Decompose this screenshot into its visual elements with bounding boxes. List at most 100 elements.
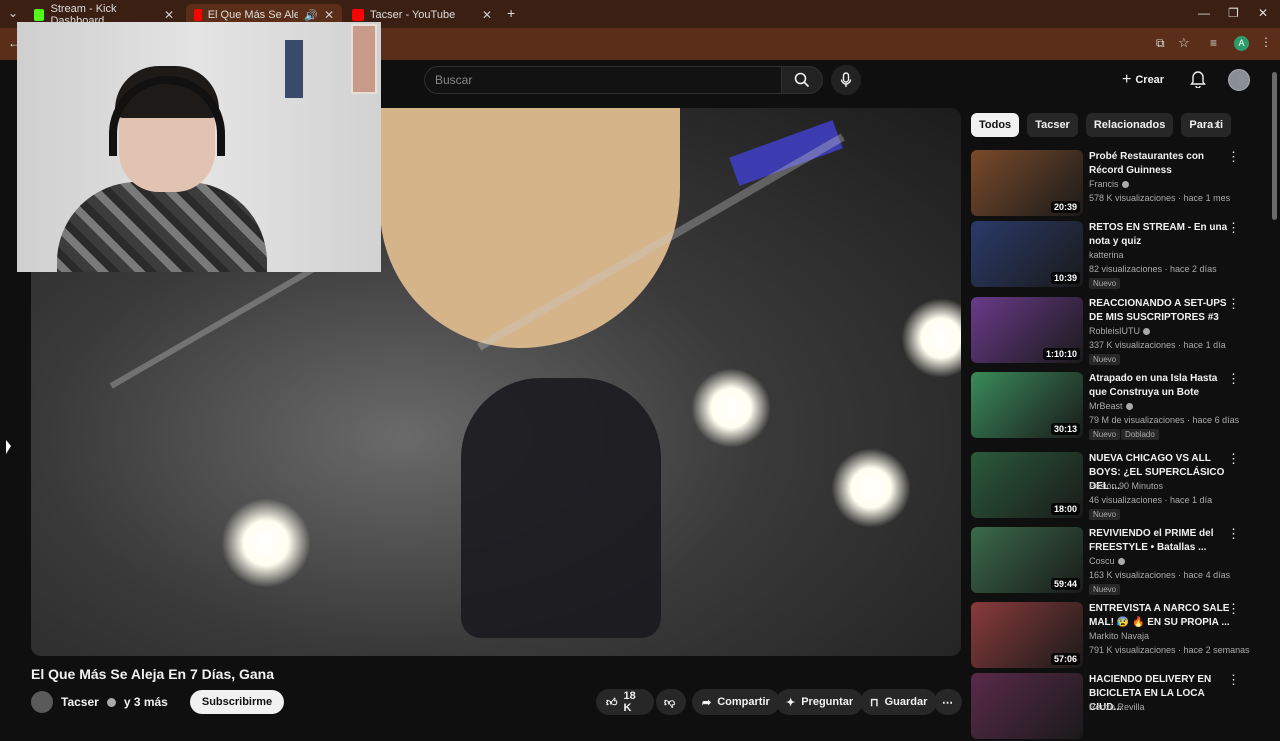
- more-vertical-icon[interactable]: ⋮: [1227, 452, 1240, 466]
- video-thumbnail[interactable]: 20:39: [971, 150, 1083, 216]
- chip-tacser[interactable]: Tacser: [1027, 113, 1078, 137]
- channel-name: Pasión 90 Minutos: [1089, 481, 1164, 491]
- recommendation-channel[interactable]: Renzo Revilla: [1089, 702, 1145, 712]
- more-vertical-icon[interactable]: ⋮: [1227, 221, 1240, 235]
- kick-icon: [34, 9, 45, 21]
- new-tab-button[interactable]: +: [507, 5, 515, 21]
- search-button[interactable]: [781, 66, 823, 94]
- verified-icon: [1143, 327, 1151, 335]
- subscribe-button[interactable]: Subscribirme: [189, 690, 285, 714]
- more-actions-button[interactable]: ⋯: [934, 689, 962, 715]
- video-thumbnail[interactable]: 10:39: [971, 221, 1083, 287]
- video-duration: 18:00: [1050, 503, 1080, 515]
- channel-name: MrBeast: [1089, 401, 1123, 411]
- video-thumbnail[interactable]: 1:10:10: [971, 297, 1083, 363]
- save-button[interactable]: ⊓ Guardar: [860, 689, 938, 715]
- speaker-icon[interactable]: 🔊: [304, 9, 318, 22]
- channel-name: Coscu: [1089, 556, 1115, 566]
- cast-icon[interactable]: ⧉: [1156, 36, 1165, 51]
- create-button[interactable]: + Crear: [1122, 68, 1164, 92]
- chip-relacionados[interactable]: Relacionados: [1085, 113, 1174, 137]
- recommendation-channel[interactable]: Markito Navaja: [1089, 631, 1149, 641]
- more-vertical-icon[interactable]: ⋮: [1227, 602, 1240, 616]
- close-icon[interactable]: ✕: [482, 8, 492, 22]
- channel-name: RobleisIUTU: [1089, 326, 1141, 336]
- recommendation-item[interactable]: 59:44 REVIVIENDO el PRIME del FREESTYLE •…: [971, 527, 1263, 595]
- channel-name: katterina: [1089, 250, 1124, 260]
- recommendation-title[interactable]: Probé Restaurantes con Récord Guinness: [1089, 150, 1235, 178]
- minimize-button[interactable]: —: [1198, 6, 1210, 20]
- chevron-right-icon[interactable]: ›: [1214, 116, 1219, 132]
- wall-poster: [351, 24, 377, 94]
- close-icon[interactable]: ✕: [164, 8, 174, 22]
- webcam-overlay: [17, 22, 381, 272]
- channel-name: Francis: [1089, 179, 1119, 189]
- recommendation-item[interactable]: 30:13 Atrapado en una Isla Hasta que Cons…: [971, 372, 1263, 440]
- video-thumbnail[interactable]: 59:44: [971, 527, 1083, 593]
- more-vertical-icon[interactable]: ⋮: [1227, 150, 1240, 164]
- recommendation-item[interactable]: HACIENDO DELIVERY EN BICICLETA EN LA LOC…: [971, 673, 1263, 741]
- video-frame-sign: [729, 120, 843, 186]
- chip-todos[interactable]: Todos: [971, 113, 1020, 137]
- recommendation-item[interactable]: 1:10:10 REACCIONANDO A SET-UPS DE MIS SUS…: [971, 297, 1263, 365]
- dislike-button[interactable]: 👎︎: [656, 689, 686, 715]
- search-input[interactable]: Buscar: [424, 66, 782, 94]
- thumbs-down-icon: 👎︎: [664, 696, 676, 709]
- more-vertical-icon[interactable]: ⋮: [1227, 673, 1240, 687]
- more-vertical-icon[interactable]: ⋮: [1227, 372, 1240, 386]
- recommendation-title[interactable]: Atrapado en una Isla Hasta que Construya…: [1089, 372, 1235, 400]
- recommendation-channel[interactable]: Pasión 90 Minutos: [1089, 481, 1163, 491]
- recommendation-title[interactable]: REACCIONANDO A SET-UPS DE MIS SUSCRIPTOR…: [1089, 297, 1235, 325]
- channel-name[interactable]: Tacser: [61, 695, 99, 709]
- recommendation-channel[interactable]: Francis: [1089, 179, 1129, 189]
- tab-search-icon[interactable]: ⌄: [8, 6, 18, 20]
- browser-menu-icon[interactable]: ⋮: [1260, 35, 1272, 49]
- like-button[interactable]: 👍︎ 18 K: [596, 689, 654, 715]
- voice-search-button[interactable]: [831, 65, 861, 95]
- recommendation-channel[interactable]: MrBeast: [1089, 401, 1133, 411]
- recommendation-item[interactable]: 57:06 ENTREVISTA A NARCO SALE MAL! 😰 🔥 EN…: [971, 602, 1263, 670]
- notifications-button[interactable]: [1190, 70, 1206, 93]
- recommendation-item[interactable]: 20:39 Probé Restaurantes con Récord Guinn…: [971, 150, 1263, 218]
- video-thumbnail[interactable]: [971, 673, 1083, 739]
- more-vertical-icon[interactable]: ⋮: [1227, 297, 1240, 311]
- close-icon[interactable]: ✕: [324, 8, 334, 22]
- plus-icon: +: [1122, 71, 1132, 88]
- channel-avatar[interactable]: [31, 691, 53, 713]
- recommendation-title[interactable]: RETOS EN STREAM - En una nota y quiz: [1089, 221, 1235, 249]
- scrollbar-thumb[interactable]: [1272, 72, 1277, 220]
- share-button[interactable]: ➦ Compartir: [692, 689, 780, 715]
- thumbs-up-icon: 👍︎: [606, 696, 618, 709]
- video-thumbnail[interactable]: 30:13: [971, 372, 1083, 438]
- ask-button[interactable]: ✦ Preguntar: [776, 689, 864, 715]
- recommendation-channel[interactable]: RobleisIUTU: [1089, 326, 1151, 336]
- recommendation-title[interactable]: ENTREVISTA A NARCO SALE MAL! 😰 🔥 EN SU P…: [1089, 602, 1235, 630]
- more-vertical-icon[interactable]: ⋮: [1227, 527, 1240, 541]
- tab-title: El Que Más Se Aleja En 7 Dí: [207, 9, 299, 21]
- recommendation-item[interactable]: 10:39 RETOS EN STREAM - En una nota y qui…: [971, 221, 1263, 289]
- restore-button[interactable]: ❐: [1228, 6, 1239, 20]
- profile-avatar[interactable]: A: [1234, 36, 1249, 51]
- recommendation-title[interactable]: REVIVIENDO el PRIME del FREESTYLE • Bata…: [1089, 527, 1235, 555]
- chip-para-ti[interactable]: Para ti: [1181, 113, 1232, 137]
- ask-label: Preguntar: [801, 696, 854, 708]
- video-thumbnail[interactable]: 18:00: [971, 452, 1083, 518]
- new-badge: Nuevo: [1089, 429, 1121, 440]
- close-window-button[interactable]: ✕: [1258, 6, 1268, 20]
- recommendation-channel[interactable]: Coscu: [1089, 556, 1125, 566]
- account-avatar[interactable]: [1228, 69, 1250, 91]
- media-control-icon[interactable]: ≡: [1210, 36, 1217, 50]
- more-horizontal-icon: ⋯: [942, 696, 953, 709]
- bookmark-star-icon[interactable]: ☆: [1178, 35, 1190, 51]
- recommendation-item[interactable]: 18:00 NUEVA CHICAGO VS ALL BOYS: ¿EL SUPE…: [971, 452, 1263, 520]
- channel-name: Renzo Revilla: [1089, 702, 1145, 712]
- video-frame-light: [901, 298, 961, 378]
- video-frame-light: [691, 368, 771, 448]
- video-duration: 59:44: [1050, 578, 1080, 590]
- youtube-icon: [352, 9, 364, 21]
- video-duration: 30:13: [1050, 423, 1080, 435]
- streamer: [57, 66, 267, 272]
- collaborators-label[interactable]: y 3 más: [124, 695, 168, 709]
- video-thumbnail[interactable]: 57:06: [971, 602, 1083, 668]
- recommendation-channel[interactable]: katterina: [1089, 250, 1124, 260]
